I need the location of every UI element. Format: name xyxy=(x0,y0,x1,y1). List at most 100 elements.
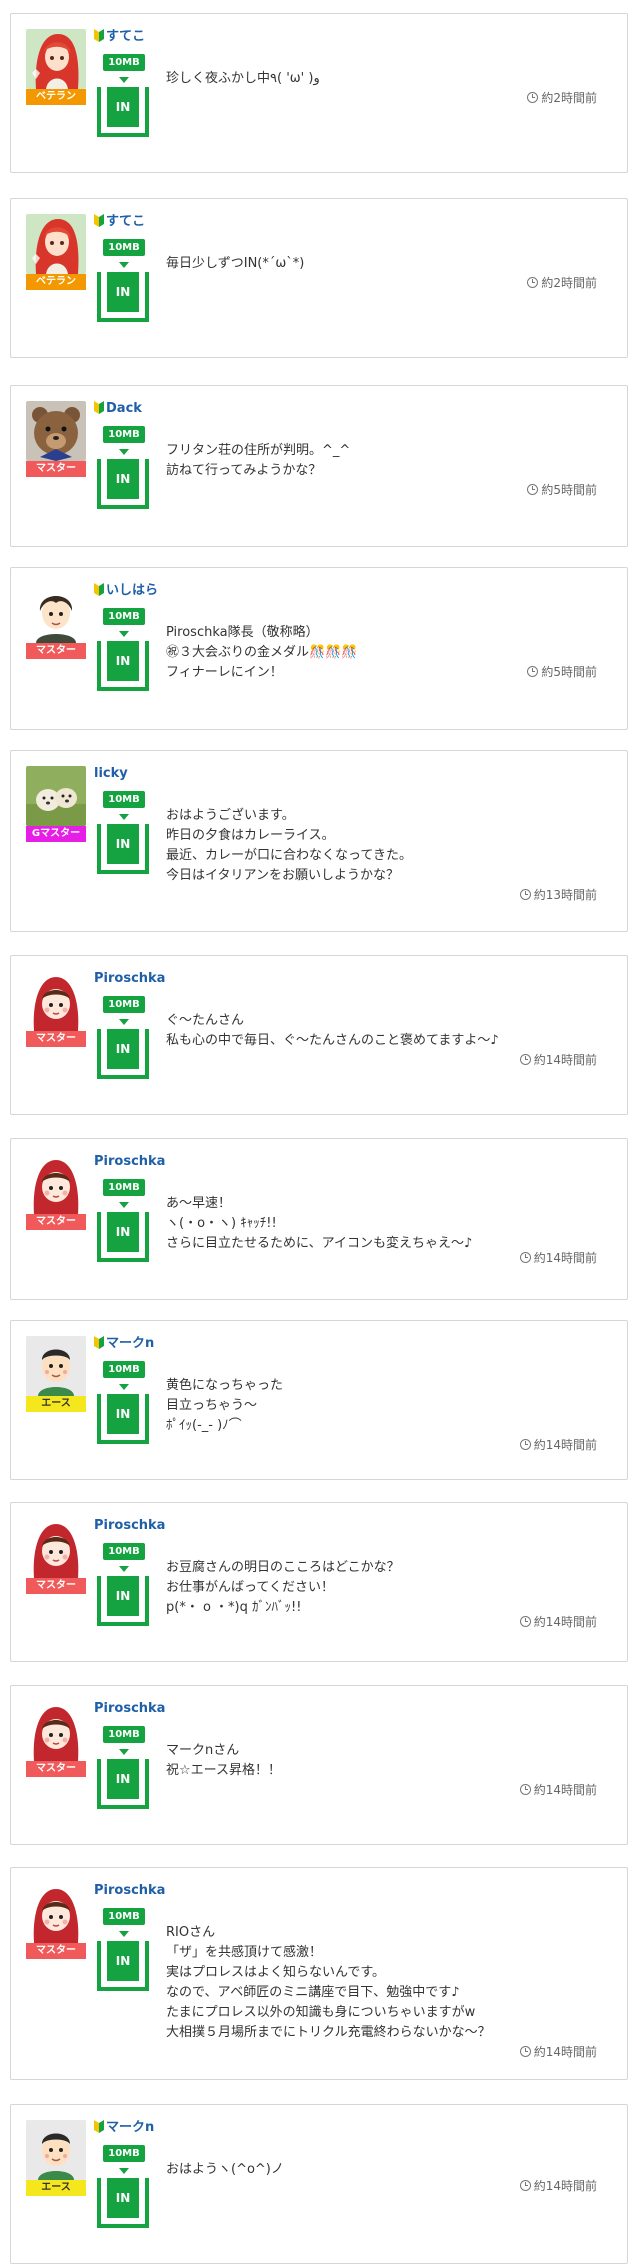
user-avatar[interactable] xyxy=(26,1883,86,1943)
post-message-text: 珍しく夜ふかし中٩( 'ω' )و xyxy=(166,71,320,86)
in-label: IN xyxy=(107,1029,139,1069)
username-text[interactable]: Piroschka xyxy=(94,971,165,986)
username-link[interactable]: Piroschka xyxy=(94,1153,165,1171)
clock-icon xyxy=(519,889,531,900)
clock-icon xyxy=(527,277,539,288)
beginner-mark-icon xyxy=(94,29,104,42)
in-icon: IN xyxy=(97,1029,149,1079)
down-arrow-icon xyxy=(119,77,129,83)
in-label: IN xyxy=(107,824,139,864)
rank-badge: マスター xyxy=(26,461,86,477)
post-message-text: マークnさん 祝☆エース昇格！！ xyxy=(166,1743,282,1778)
in-label: IN xyxy=(107,1576,139,1616)
user-avatar[interactable] xyxy=(26,583,86,643)
in-icon: IN xyxy=(97,1576,149,1626)
username-text[interactable]: Piroschka xyxy=(94,1518,165,1533)
username-text[interactable]: すてこ xyxy=(106,214,145,229)
down-arrow-icon xyxy=(119,1019,129,1025)
data-size-badge: 10MB xyxy=(103,2145,145,2162)
user-avatar[interactable] xyxy=(26,29,86,89)
beginner-mark-icon xyxy=(94,2120,104,2133)
in-label: IN xyxy=(107,1212,139,1252)
rank-badge: ベテラン xyxy=(26,89,86,105)
username-text[interactable]: licky xyxy=(94,766,128,781)
post-message: 黄色になっちゃった 目立っちゃう〜 ﾎﾟｲｯ(-_- )ﾉ⌒ xyxy=(166,1376,597,1436)
celebration-emoji: 🎊🎊🎊 xyxy=(309,645,358,660)
in-label: IN xyxy=(107,87,139,127)
post-card: マスター Piroschka 10MB IN あ〜早速！ ヽ(・o・ヽ) ｷｬｯ… xyxy=(10,1138,628,1300)
rank-badge: マスター xyxy=(26,1578,86,1594)
user-avatar[interactable] xyxy=(26,971,86,1031)
post-card: エース マークn 10MB IN おはようヽ(^o^)ノ 約14時間前 xyxy=(10,2104,628,2264)
username-text[interactable]: いしはら xyxy=(106,583,158,598)
username-link[interactable]: Piroschka xyxy=(94,1517,165,1535)
data-size-badge: 10MB xyxy=(103,1543,145,1560)
username-link[interactable]: Piroschka xyxy=(94,1700,165,1718)
user-avatar[interactable] xyxy=(26,214,86,274)
rank-badge: Gマスター xyxy=(26,826,86,842)
post-timestamp: 約14時間前 xyxy=(519,1436,597,1453)
post-timestamp: 約14時間前 xyxy=(519,1781,597,1798)
data-size-badge: 10MB xyxy=(103,1361,145,1378)
down-arrow-icon xyxy=(119,1384,129,1390)
username-text[interactable]: Dack xyxy=(106,401,142,416)
timestamp-text: 約14時間前 xyxy=(533,2045,597,2059)
down-arrow-icon xyxy=(119,631,129,637)
username-text[interactable]: マークn xyxy=(106,1336,154,1351)
post-message-text: おはようございます。 昨日の夕食はカレーライス。 最近、カレーが口に合わなくなっ… xyxy=(166,808,412,883)
user-avatar[interactable] xyxy=(26,1518,86,1578)
post-timestamp: 約5時間前 xyxy=(527,481,597,498)
user-avatar[interactable] xyxy=(26,401,86,461)
user-avatar[interactable] xyxy=(26,1154,86,1214)
beginner-mark-icon xyxy=(94,583,104,596)
username-link[interactable]: マークn xyxy=(94,2119,154,2137)
username-link[interactable]: licky xyxy=(94,765,128,783)
user-avatar[interactable] xyxy=(26,766,86,826)
username-text[interactable]: マークn xyxy=(106,2120,154,2135)
username-link[interactable]: Piroschka xyxy=(94,970,165,988)
username-link[interactable]: すてこ xyxy=(94,213,145,231)
post-timestamp: 約2時間前 xyxy=(527,274,597,291)
rank-badge: マスター xyxy=(26,643,86,659)
user-avatar[interactable] xyxy=(26,1336,86,1396)
username-text[interactable]: Piroschka xyxy=(94,1701,165,1716)
rank-badge: マスター xyxy=(26,1214,86,1230)
username-text[interactable]: すてこ xyxy=(106,29,145,44)
post-message-text: 黄色になっちゃった 目立っちゃう〜 ﾎﾟｲｯ(-_- )ﾉ⌒ xyxy=(166,1378,284,1433)
rank-badge: マスター xyxy=(26,1761,86,1777)
post-message: マークnさん 祝☆エース昇格！！ xyxy=(166,1741,597,1781)
beginner-mark-icon xyxy=(94,401,104,414)
in-label: IN xyxy=(107,459,139,499)
beginner-mark-icon xyxy=(94,1336,104,1349)
username-text[interactable]: Piroschka xyxy=(94,1883,165,1898)
clock-icon xyxy=(519,2046,531,2057)
username-text[interactable]: Piroschka xyxy=(94,1154,165,1169)
down-arrow-icon xyxy=(119,262,129,268)
timestamp-text: 約14時間前 xyxy=(533,1251,597,1265)
post-card: マスター Piroschka 10MB IN マークnさん 祝☆エース昇格！！ … xyxy=(10,1685,628,1845)
user-avatar[interactable] xyxy=(26,2120,86,2180)
in-icon: IN xyxy=(97,272,149,322)
down-arrow-icon xyxy=(119,2168,129,2174)
username-link[interactable]: Piroschka xyxy=(94,1882,165,1900)
user-avatar[interactable] xyxy=(26,1701,86,1761)
post-message: 珍しく夜ふかし中٩( 'ω' )و xyxy=(166,69,597,89)
username-link[interactable]: すてこ xyxy=(94,28,145,46)
username-link[interactable]: マークn xyxy=(94,1335,154,1353)
post-message: あ〜早速！ ヽ(・o・ヽ) ｷｬｯﾁ!! さらに目立たせるために、アイコンも変え… xyxy=(166,1194,597,1254)
username-link[interactable]: いしはら xyxy=(94,582,158,600)
post-timestamp: 約14時間前 xyxy=(519,1051,597,1068)
in-label: IN xyxy=(107,1941,139,1981)
post-message-text: フリタン荘の住所が判明。^_^ 訪ねて行ってみようかな？ xyxy=(166,443,351,478)
in-icon: IN xyxy=(97,1394,149,1444)
post-message-text: Piroschka隊長（敬称略） ㊗３大会ぶりの金メダル xyxy=(166,625,319,660)
post-timestamp: 約13時間前 xyxy=(519,886,597,903)
post-message: RIOさん 「ザ」を共感頂けて感激！ 実はプロレスはよく知らないんです。 なので… xyxy=(166,1923,597,2043)
rank-badge: マスター xyxy=(26,1031,86,1047)
post-message-text: あ〜早速！ ヽ(・o・ヽ) ｷｬｯﾁ!! さらに目立たせるために、アイコンも変え… xyxy=(166,1196,473,1251)
post-message-text: RIOさん 「ザ」を共感頂けて感激！ 実はプロレスはよく知らないんです。 なので… xyxy=(166,1925,491,2040)
username-link[interactable]: Dack xyxy=(94,400,142,418)
down-arrow-icon xyxy=(119,814,129,820)
post-message-text: おはようヽ(^o^)ノ xyxy=(166,2162,284,2177)
down-arrow-icon xyxy=(119,1202,129,1208)
